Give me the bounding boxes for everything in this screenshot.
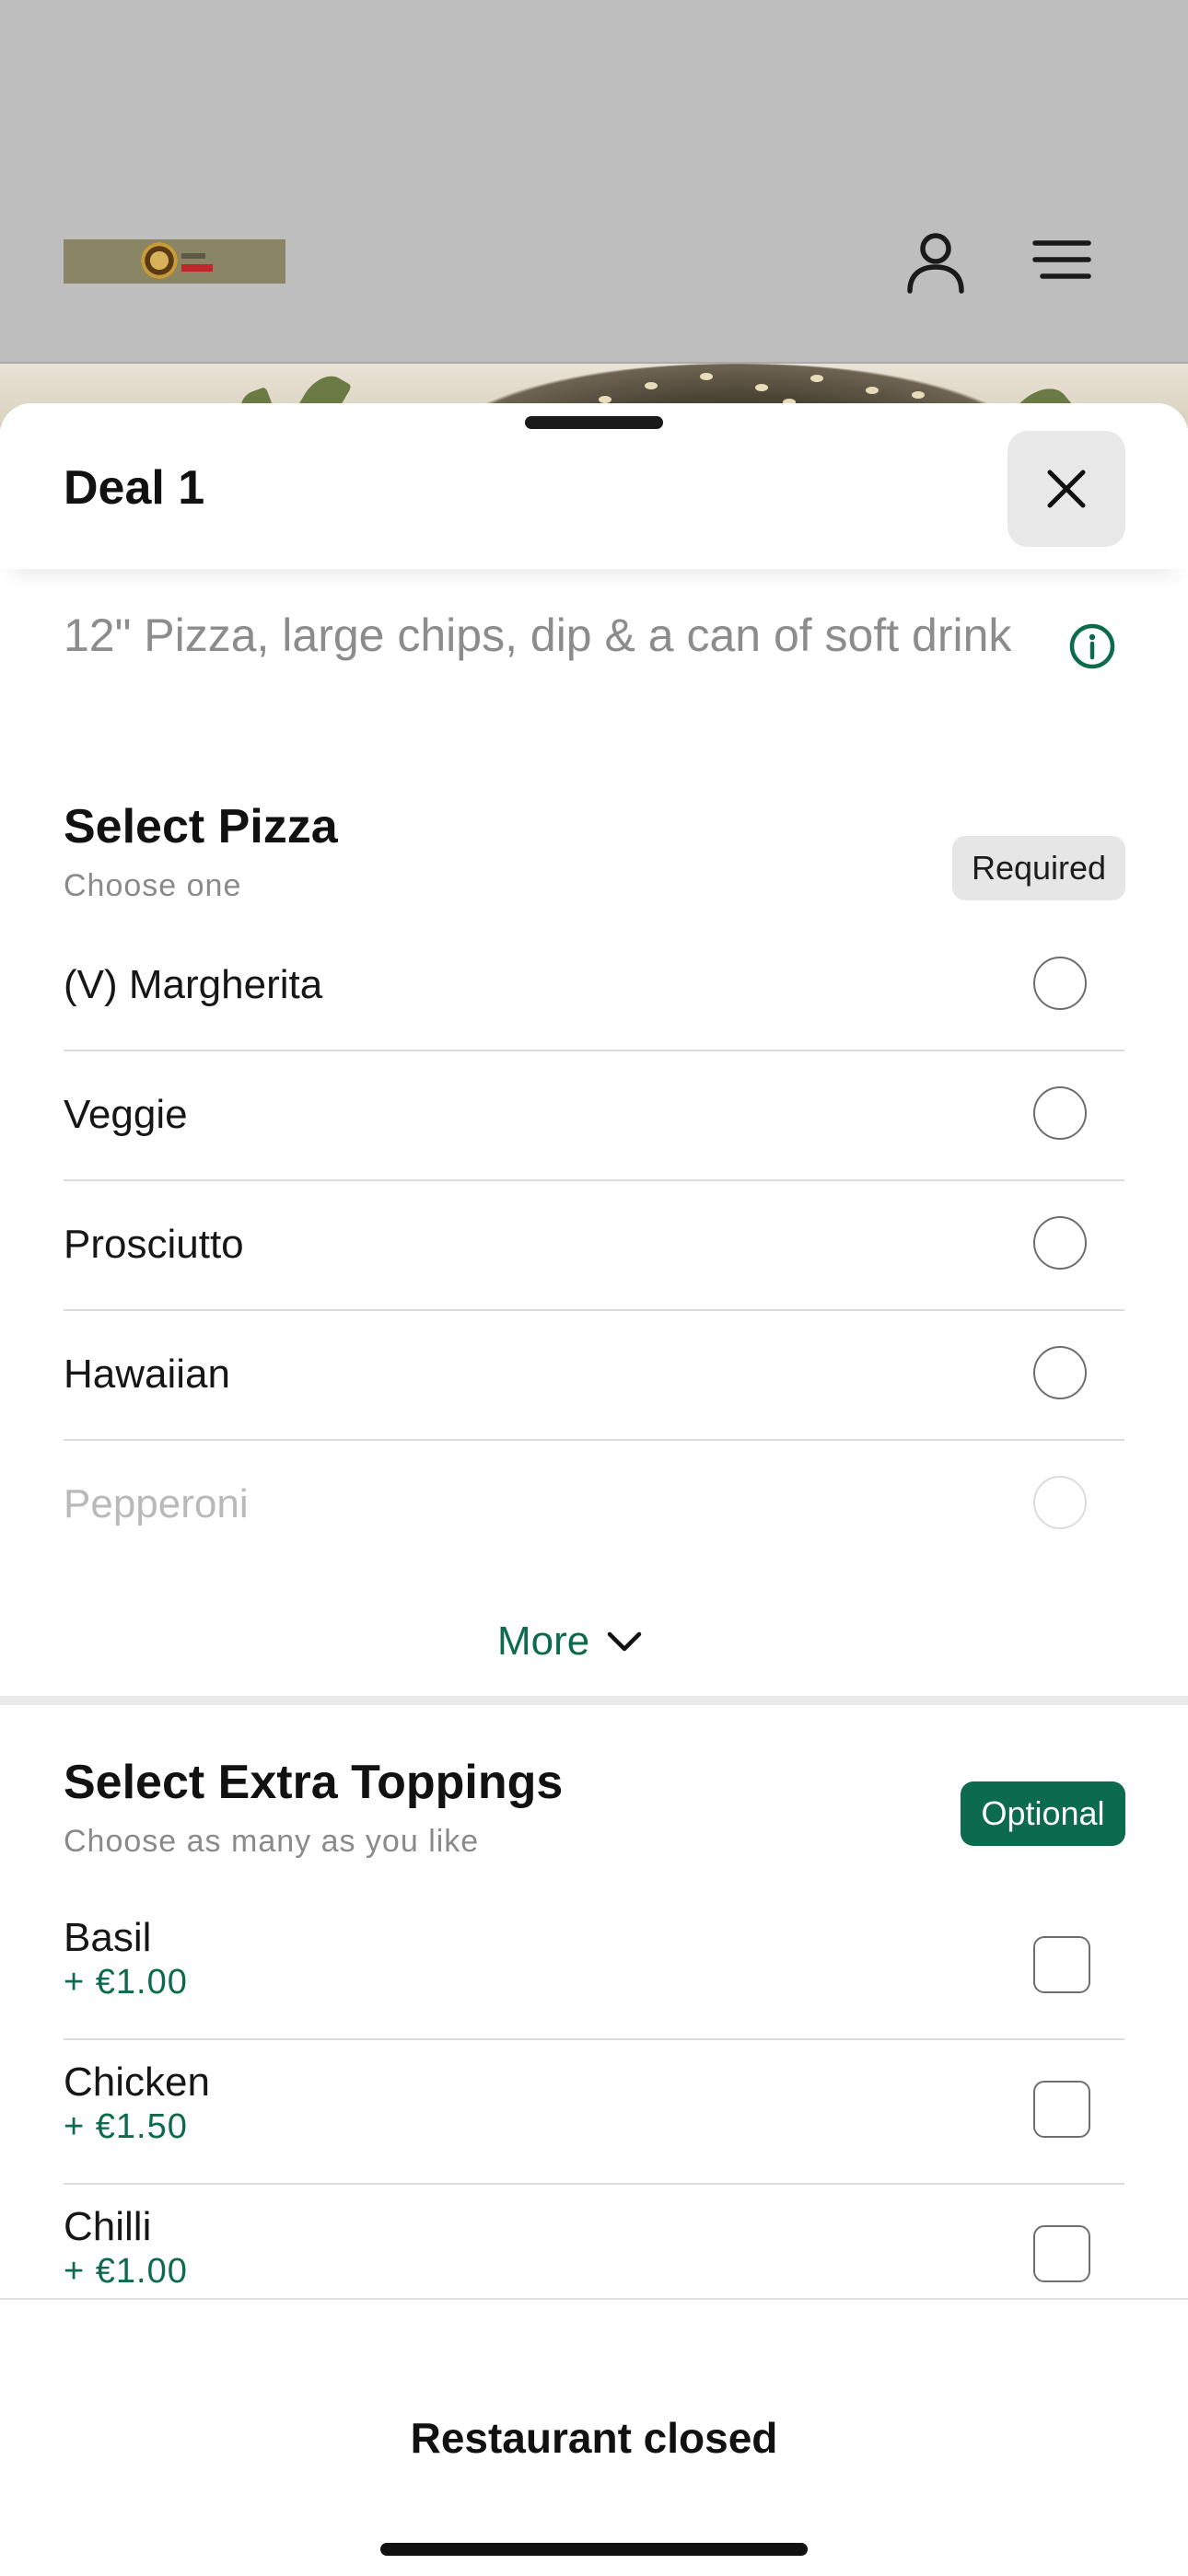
deal-description: 12" Pizza, large chips, dip & a can of s… bbox=[64, 609, 1012, 661]
section-divider bbox=[0, 1696, 1188, 1705]
chevron-down-icon bbox=[608, 1631, 642, 1652]
site-header bbox=[0, 0, 1188, 364]
logo-emblem bbox=[141, 242, 178, 279]
sheet-header: Deal 1 bbox=[0, 403, 1188, 569]
close-icon bbox=[1047, 470, 1086, 508]
topping-price: + €1.00 bbox=[64, 2252, 188, 2291]
topping-name: Basil bbox=[64, 1915, 152, 1960]
hero-seed bbox=[755, 384, 768, 391]
restaurant-status: Restaurant closed bbox=[410, 2414, 778, 2462]
hero-seed bbox=[912, 391, 925, 399]
pizza-option-radio[interactable] bbox=[1033, 957, 1087, 1010]
logo-ribbon bbox=[181, 264, 213, 272]
background-page bbox=[0, 0, 1188, 428]
pizza-section-title: Select Pizza bbox=[64, 800, 338, 853]
pizza-option-radio[interactable] bbox=[1033, 1346, 1087, 1399]
required-badge: Required bbox=[952, 836, 1125, 900]
menu-button[interactable] bbox=[1030, 228, 1096, 295]
sheet-title: Deal 1 bbox=[64, 461, 205, 515]
topping-row[interactable]: Chicken + €1.50 bbox=[64, 2039, 1124, 2185]
logo-wordmark bbox=[181, 253, 205, 259]
topping-name: Chicken bbox=[64, 2060, 210, 2105]
topping-checkbox[interactable] bbox=[1033, 2081, 1090, 2138]
more-button[interactable]: More bbox=[497, 1614, 643, 1669]
hero-seed bbox=[645, 382, 658, 389]
pizza-option-radio[interactable] bbox=[1033, 1086, 1087, 1140]
footer-bar: Restaurant closed bbox=[0, 2298, 1188, 2576]
info-icon bbox=[1069, 623, 1115, 669]
pizza-option-row[interactable]: Veggie bbox=[64, 1050, 1124, 1181]
pizza-option-label: Pepperoni bbox=[64, 1481, 249, 1526]
pizza-option-label: Veggie bbox=[64, 1092, 188, 1137]
pizza-option-radio[interactable] bbox=[1033, 1216, 1087, 1270]
pizza-option-row[interactable]: Prosciutto bbox=[64, 1180, 1124, 1311]
topping-checkbox[interactable] bbox=[1033, 2225, 1090, 2282]
sheet-grabber[interactable] bbox=[525, 416, 663, 429]
pizza-option-row[interactable]: Pepperoni bbox=[64, 1440, 1124, 1569]
topping-price: + €1.00 bbox=[64, 1963, 188, 2002]
account-button[interactable] bbox=[903, 228, 969, 295]
toppings-section-subtitle: Choose as many as you like bbox=[64, 1824, 480, 1859]
topping-checkbox[interactable] bbox=[1033, 1936, 1090, 1993]
hero-seed bbox=[599, 396, 611, 403]
topping-row[interactable]: Basil + €1.00 bbox=[64, 1895, 1124, 2040]
pizza-option-label: Hawaiian bbox=[64, 1352, 230, 1397]
info-button[interactable] bbox=[1068, 622, 1116, 670]
hero-seed bbox=[866, 387, 879, 394]
person-icon bbox=[907, 233, 964, 294]
home-indicator bbox=[380, 2543, 808, 2556]
close-button[interactable] bbox=[1007, 431, 1125, 547]
topping-price: + €1.50 bbox=[64, 2107, 188, 2146]
restaurant-logo[interactable] bbox=[64, 239, 285, 284]
deal-bottom-sheet: Deal 1 12" Pizza, large chips, dip & a c… bbox=[0, 403, 1188, 2574]
pizza-section-subtitle: Choose one bbox=[64, 868, 242, 903]
more-label: More bbox=[497, 1619, 590, 1664]
optional-badge: Optional bbox=[961, 1781, 1125, 1846]
toppings-section-title: Select Extra Toppings bbox=[64, 1756, 564, 1809]
pizza-option-radio[interactable] bbox=[1033, 1476, 1087, 1529]
pizza-option-row[interactable]: (V) Margherita bbox=[64, 921, 1124, 1051]
pizza-option-row[interactable]: Hawaiian bbox=[64, 1310, 1124, 1441]
topping-name: Chilli bbox=[64, 2204, 152, 2249]
hero-seed bbox=[700, 373, 713, 380]
hero-seed bbox=[810, 375, 823, 382]
pizza-option-label: Prosciutto bbox=[64, 1222, 244, 1267]
hamburger-menu-icon bbox=[1032, 240, 1091, 279]
pizza-option-label: (V) Margherita bbox=[64, 962, 323, 1007]
